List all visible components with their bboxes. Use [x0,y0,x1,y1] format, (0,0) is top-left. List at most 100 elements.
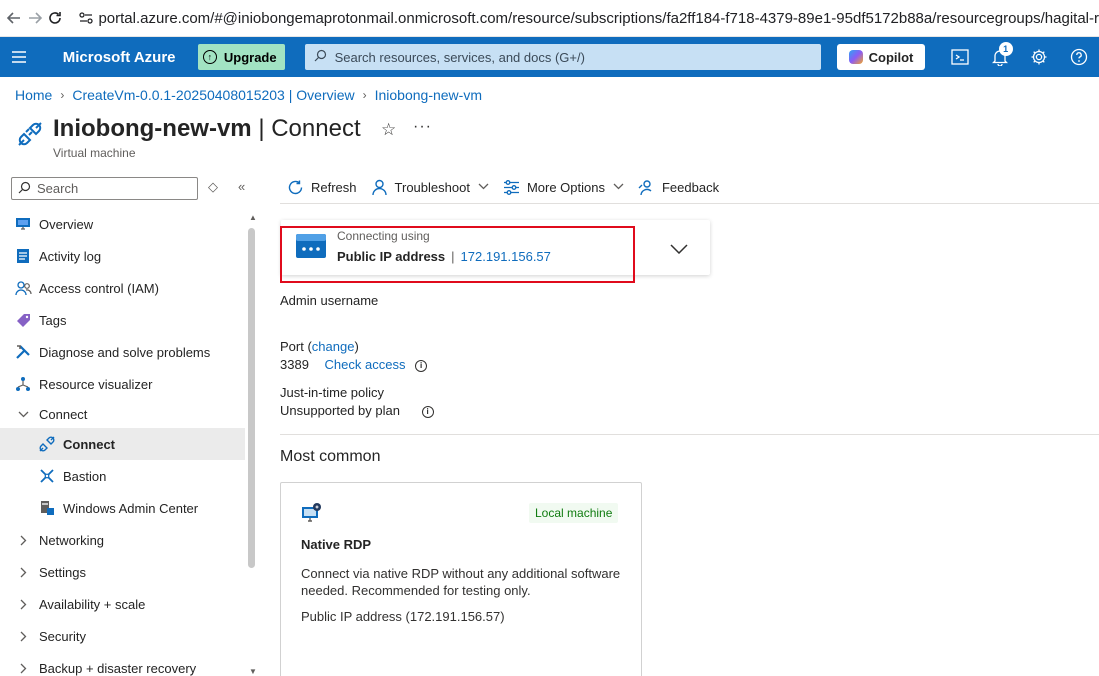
reload-icon[interactable] [45,4,66,32]
refresh-button[interactable]: Refresh [287,179,357,196]
change-port-link[interactable]: change [312,339,355,354]
native-rdp-card[interactable]: Local machine Native RDP Connect via nat… [280,482,642,676]
toolbar-divider [280,203,1099,204]
chevron-right-icon [14,663,32,674]
chevron-right-icon: › [362,88,367,102]
troubleshoot-button[interactable]: Troubleshoot [371,179,489,196]
info-icon[interactable]: i [415,359,428,372]
copilot-button[interactable]: Copilot [836,44,926,70]
log-icon [14,247,32,265]
sidebar-item-resource-visualizer[interactable]: Resource visualizer [0,368,245,400]
port-value-row: 3389 Check access i [280,357,428,372]
jit-policy-label: Just-in-time policy [280,385,385,400]
page-title-section: | Connect [251,115,361,142]
chevron-right-icon [14,535,32,546]
resource-menu-sidebar: Search ◇ « Overview Activity log Access … [0,170,258,676]
upgrade-button[interactable]: ↑ Upgrade [197,44,285,70]
sidebar-item-label: Security [39,628,86,644]
url-text[interactable]: portal.azure.com/#@iniobongemaprotonmail… [98,10,1099,27]
sidebar-group-availability[interactable]: Availability + scale [0,588,245,620]
people-icon [14,279,32,297]
sidebar-item-label: Overview [39,216,94,232]
chevron-down-icon[interactable] [670,242,688,257]
more-options-button[interactable]: More Options [503,180,624,195]
sidebar-item-label: Connect [39,406,88,422]
breadcrumb: Home › CreateVm-0.0.1-20250408015203 | O… [15,87,482,103]
page-subtitle: Virtual machine [53,146,136,160]
sidebar-item-label: Tags [39,312,67,328]
admin-username-label: Admin username [280,293,379,308]
network-icon [14,375,32,393]
breadcrumb-vm[interactable]: Iniobong-new-vm [375,87,482,103]
global-search-input[interactable]: Search resources, services, and docs (G+… [304,44,821,70]
forward-arrow-icon[interactable] [25,4,46,32]
sidebar-group-backup[interactable]: Backup + disaster recovery [0,652,245,676]
jit-policy-row: Unsupported by plan i [280,403,434,418]
sidebar-group-networking[interactable]: Networking [0,524,245,556]
refresh-icon [287,179,304,196]
copilot-label: Copilot [868,49,914,65]
sidebar-search-input[interactable]: Search [11,177,198,200]
cloud-shell-icon[interactable] [940,37,980,77]
sidebar-item-diagnose[interactable]: Diagnose and solve problems [0,336,245,368]
sidebar-item-label: Bastion [63,468,107,484]
sidebar-menu-list: Overview Activity log Access control (IA… [0,208,245,676]
settings-gear-icon[interactable] [1020,37,1060,77]
more-options-icon[interactable]: ··· [413,118,432,136]
info-icon[interactable]: i [421,405,434,418]
most-common-heading: Most common [280,448,381,465]
breadcrumb-deployment[interactable]: CreateVm-0.0.1-20250408015203 | Overview [72,87,354,103]
sidebar-item-windows-admin-center[interactable]: Windows Admin Center [0,492,245,524]
back-arrow-icon[interactable] [4,4,25,32]
sidebar-item-bastion[interactable]: Bastion [0,460,245,492]
sliders-icon [503,179,520,195]
rdp-card-title: Native RDP [301,537,372,552]
favorite-star-icon[interactable]: ☆ [381,120,396,140]
scroll-down-arrow-icon[interactable]: ▼ [249,667,257,676]
troubleshoot-icon [371,179,388,196]
help-icon[interactable] [1059,37,1099,77]
sort-toggle-icon[interactable]: ◇ [208,179,218,195]
chevron-down-icon [14,411,32,418]
sidebar-item-label: Networking [39,532,105,548]
notifications-bell-icon[interactable]: 1 [980,37,1020,77]
monitor-icon [14,215,32,233]
port-label-text: Port ( [280,339,312,354]
tag-icon [14,311,32,329]
brand-title[interactable]: Microsoft Azure [63,49,182,66]
sidebar-item-label: Availability + scale [39,596,146,612]
upgrade-arrow-icon: ↑ [202,50,217,64]
sidebar-scrollbar[interactable]: ▲ ▼ [245,208,258,676]
sidebar-search-placeholder: Search [37,181,79,196]
sidebar-group-settings[interactable]: Settings [0,556,245,588]
sidebar-item-tags[interactable]: Tags [0,304,245,336]
rdp-card-ip: Public IP address (172.191.156.57) [301,609,505,624]
breadcrumb-home[interactable]: Home [15,87,52,103]
sidebar-item-overview[interactable]: Overview [0,208,245,240]
search-icon [18,181,31,197]
hamburger-menu-icon[interactable] [1,37,37,77]
wrench-icon [14,343,32,361]
chevron-right-icon [14,599,32,610]
connect-icon [38,435,56,453]
collapse-sidebar-icon[interactable]: « [238,179,245,194]
jit-policy-value: Unsupported by plan [280,403,400,418]
sidebar-group-connect[interactable]: Connect [0,400,245,428]
copilot-icon [848,50,863,64]
rdp-monitor-icon [301,502,323,524]
feedback-button[interactable]: Feedback [638,179,719,196]
upgrade-label: Upgrade [223,49,277,65]
scroll-up-arrow-icon[interactable]: ▲ [249,213,257,222]
scrollbar-thumb[interactable] [248,228,255,568]
port-value: 3389 [280,357,309,372]
site-settings-icon[interactable] [78,4,95,32]
check-access-link[interactable]: Check access [325,357,406,372]
sidebar-item-label: Connect [63,436,115,452]
sidebar-item-access-control[interactable]: Access control (IAM) [0,272,245,304]
more-options-label: More Options [526,179,605,195]
sidebar-group-security[interactable]: Security [0,620,245,652]
sidebar-item-activity-log[interactable]: Activity log [0,240,245,272]
page-title: Iniobong-new-vm | Connect [53,115,361,143]
sidebar-item-connect[interactable]: Connect [0,428,245,460]
bastion-icon [38,467,56,485]
